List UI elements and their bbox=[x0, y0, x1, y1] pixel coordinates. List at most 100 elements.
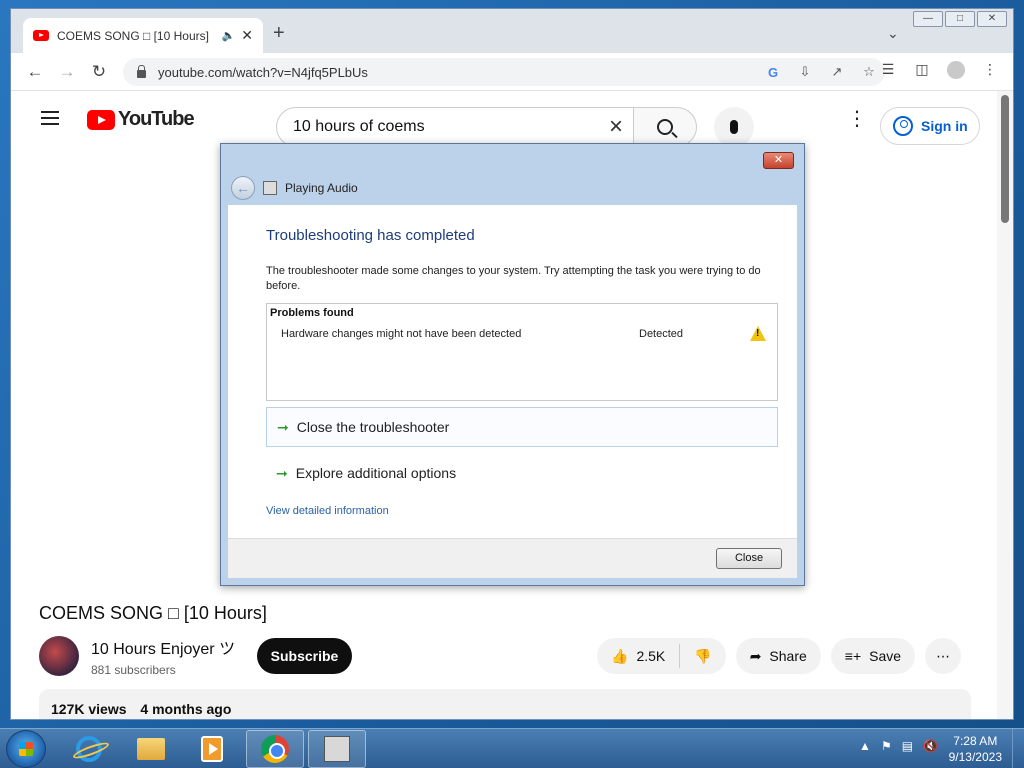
view-count: 127K views bbox=[51, 701, 127, 717]
account-icon bbox=[893, 116, 913, 136]
page-scrollbar[interactable] bbox=[997, 91, 1013, 719]
divider bbox=[679, 644, 681, 668]
video-title: COEMS SONG □ [10 Hours] bbox=[39, 603, 267, 623]
menu-icon[interactable] bbox=[41, 111, 59, 125]
tab-close-icon[interactable]: ✕ bbox=[241, 27, 253, 44]
description-box[interactable]: 127K views 4 months ago bbox=[39, 689, 971, 719]
dialog-nav: ← Playing Audio bbox=[231, 176, 358, 200]
search-query[interactable]: 10 hours of coems bbox=[293, 118, 599, 136]
chevron-down-icon[interactable]: ⌄ bbox=[887, 25, 899, 42]
chrome-icon[interactable] bbox=[246, 730, 304, 768]
scrollbar-thumb[interactable] bbox=[1001, 95, 1009, 223]
upload-age: 4 months ago bbox=[140, 701, 232, 717]
dialog-footer: Close bbox=[228, 538, 797, 578]
new-tab-button[interactable]: + bbox=[273, 23, 285, 43]
youtube-logo[interactable]: YouTube bbox=[87, 108, 195, 131]
lock-icon[interactable] bbox=[137, 64, 146, 78]
playlist-add-icon: ≡+ bbox=[844, 648, 862, 664]
clock-time: 7:28 AM bbox=[953, 734, 998, 748]
more-actions-icon[interactable]: ⋯ bbox=[925, 638, 962, 674]
back-arrow-icon[interactable]: ← bbox=[231, 176, 255, 200]
show-hidden-icons-icon[interactable]: ▲ bbox=[859, 739, 871, 753]
install-app-icon[interactable]: ⇩ bbox=[789, 64, 821, 80]
dialog-heading: Troubleshooting has completed bbox=[266, 227, 475, 244]
youtube-favicon-icon bbox=[33, 30, 49, 41]
search-button[interactable] bbox=[633, 107, 697, 147]
close-window-button[interactable]: ✕ bbox=[977, 11, 1007, 27]
channel-name[interactable]: 10 Hours Enjoyer ツ bbox=[91, 635, 235, 659]
view-detailed-info-link[interactable]: View detailed information bbox=[266, 505, 389, 517]
save-button[interactable]: ≡+ Save bbox=[830, 638, 916, 674]
media-player-icon[interactable] bbox=[183, 730, 241, 768]
channel-avatar[interactable] bbox=[39, 636, 79, 676]
share-page-icon[interactable]: ↗ bbox=[821, 64, 853, 80]
browser-toolbar: ← → ↻ youtube.com/watch?v=N4jfq5PLbUs G … bbox=[11, 53, 1013, 91]
speaker-icon[interactable]: 🔈 bbox=[222, 29, 236, 42]
network-icon[interactable]: ▤ bbox=[902, 739, 913, 753]
google-lens-icon[interactable]: G bbox=[757, 65, 789, 80]
youtube-header: YouTube 10 hours of coems × ⋮ Sign in bbox=[11, 91, 999, 147]
dialog-close-icon[interactable]: ✕ bbox=[763, 152, 794, 169]
problem-name: Hardware changes might not have been det… bbox=[281, 328, 522, 340]
side-panel-icon[interactable]: ◫ bbox=[907, 61, 937, 82]
back-button[interactable]: ← bbox=[19, 62, 51, 82]
microphone-icon bbox=[730, 120, 738, 134]
restore-button[interactable]: □ bbox=[945, 11, 975, 27]
search-icon bbox=[657, 119, 673, 135]
clear-search-icon[interactable]: × bbox=[599, 113, 633, 141]
youtube-play-icon bbox=[87, 109, 115, 130]
green-arrow-icon: ➞ bbox=[277, 418, 289, 435]
tab-strip: COEMS SONG □ [10 Hours] 🔈 ✕ + ⌄ — □ ✕ bbox=[11, 9, 1013, 53]
taskbar: ▲ ⚑ ▤ 🔇 7:28 AM 9/13/2023 bbox=[0, 728, 1024, 768]
problems-list: Problems found Hardware changes might no… bbox=[266, 303, 778, 401]
explore-options-option[interactable]: ➞ Explore additional options bbox=[266, 453, 778, 493]
url-text[interactable]: youtube.com/watch?v=N4jfq5PLbUs bbox=[158, 65, 757, 80]
media-controls-icon[interactable]: ☰ bbox=[873, 61, 903, 82]
tab-title: COEMS SONG □ [10 Hours] bbox=[57, 28, 209, 43]
like-dislike-group: 👍 2.5K 👎 bbox=[597, 638, 726, 674]
dialog-title: Playing Audio bbox=[285, 181, 358, 195]
start-button[interactable] bbox=[6, 730, 46, 768]
browser-menu-icon[interactable]: ⋮ bbox=[975, 61, 1005, 82]
like-count[interactable]: 2.5K bbox=[636, 648, 665, 664]
warning-icon bbox=[750, 326, 766, 341]
windows-logo-icon bbox=[19, 742, 33, 756]
subscribe-button[interactable]: Subscribe bbox=[257, 638, 352, 674]
problem-status: Detected bbox=[639, 328, 684, 340]
like-icon[interactable]: 👍 bbox=[611, 648, 628, 665]
toolbar-right: ☰ ◫ ⋮ bbox=[873, 61, 1005, 82]
file-explorer-icon[interactable] bbox=[122, 730, 180, 768]
clock-date: 9/13/2023 bbox=[948, 750, 1002, 764]
action-center-icon[interactable]: ⚑ bbox=[881, 739, 892, 753]
forward-button[interactable]: → bbox=[51, 62, 83, 82]
internet-explorer-icon[interactable] bbox=[60, 730, 118, 768]
address-bar[interactable]: youtube.com/watch?v=N4jfq5PLbUs G ⇩ ↗ ☆ bbox=[123, 58, 885, 86]
close-button[interactable]: Close bbox=[716, 548, 782, 569]
show-desktop-button[interactable] bbox=[1012, 729, 1024, 768]
window-controls: — □ ✕ bbox=[913, 11, 1007, 27]
dislike-icon[interactable]: 👎 bbox=[694, 648, 711, 665]
volume-muted-icon[interactable]: 🔇 bbox=[923, 739, 938, 753]
share-button[interactable]: ➦ Share bbox=[735, 638, 821, 674]
system-tray: ▲ ⚑ ▤ 🔇 bbox=[859, 739, 938, 753]
minimize-button[interactable]: — bbox=[913, 11, 943, 27]
tab-active[interactable]: COEMS SONG □ [10 Hours] 🔈 ✕ bbox=[23, 18, 263, 53]
subscriber-count: 881 subscribers bbox=[91, 663, 176, 677]
sign-in-button[interactable]: Sign in bbox=[880, 107, 980, 145]
profile-icon[interactable] bbox=[941, 61, 971, 82]
dialog-message: The troubleshooter made some changes to … bbox=[266, 265, 761, 292]
channel-info: 10 Hours Enjoyer ツ 881 subscribers bbox=[39, 635, 235, 677]
dialog-body: Troubleshooting has completed The troubl… bbox=[228, 205, 797, 538]
problems-header: Problems found bbox=[270, 307, 354, 319]
search-input[interactable]: 10 hours of coems × bbox=[276, 107, 634, 147]
troubleshooter-dialog: ✕ ← Playing Audio Troubleshooting has co… bbox=[220, 143, 805, 586]
settings-menu-icon[interactable]: ⋮ bbox=[847, 109, 867, 129]
close-troubleshooter-option[interactable]: ➞ Close the troubleshooter bbox=[266, 407, 778, 447]
clock[interactable]: 7:28 AM 9/13/2023 bbox=[949, 733, 1002, 765]
voice-search-button[interactable] bbox=[714, 107, 754, 147]
video-actions: 👍 2.5K 👎 ➦ Share ≡+ Save ⋯ bbox=[597, 638, 962, 674]
green-arrow-icon: ➞ bbox=[276, 464, 288, 481]
troubleshooter-icon bbox=[263, 181, 277, 195]
reload-button[interactable]: ↻ bbox=[83, 62, 115, 82]
troubleshooter-taskbar-icon[interactable] bbox=[308, 730, 366, 768]
